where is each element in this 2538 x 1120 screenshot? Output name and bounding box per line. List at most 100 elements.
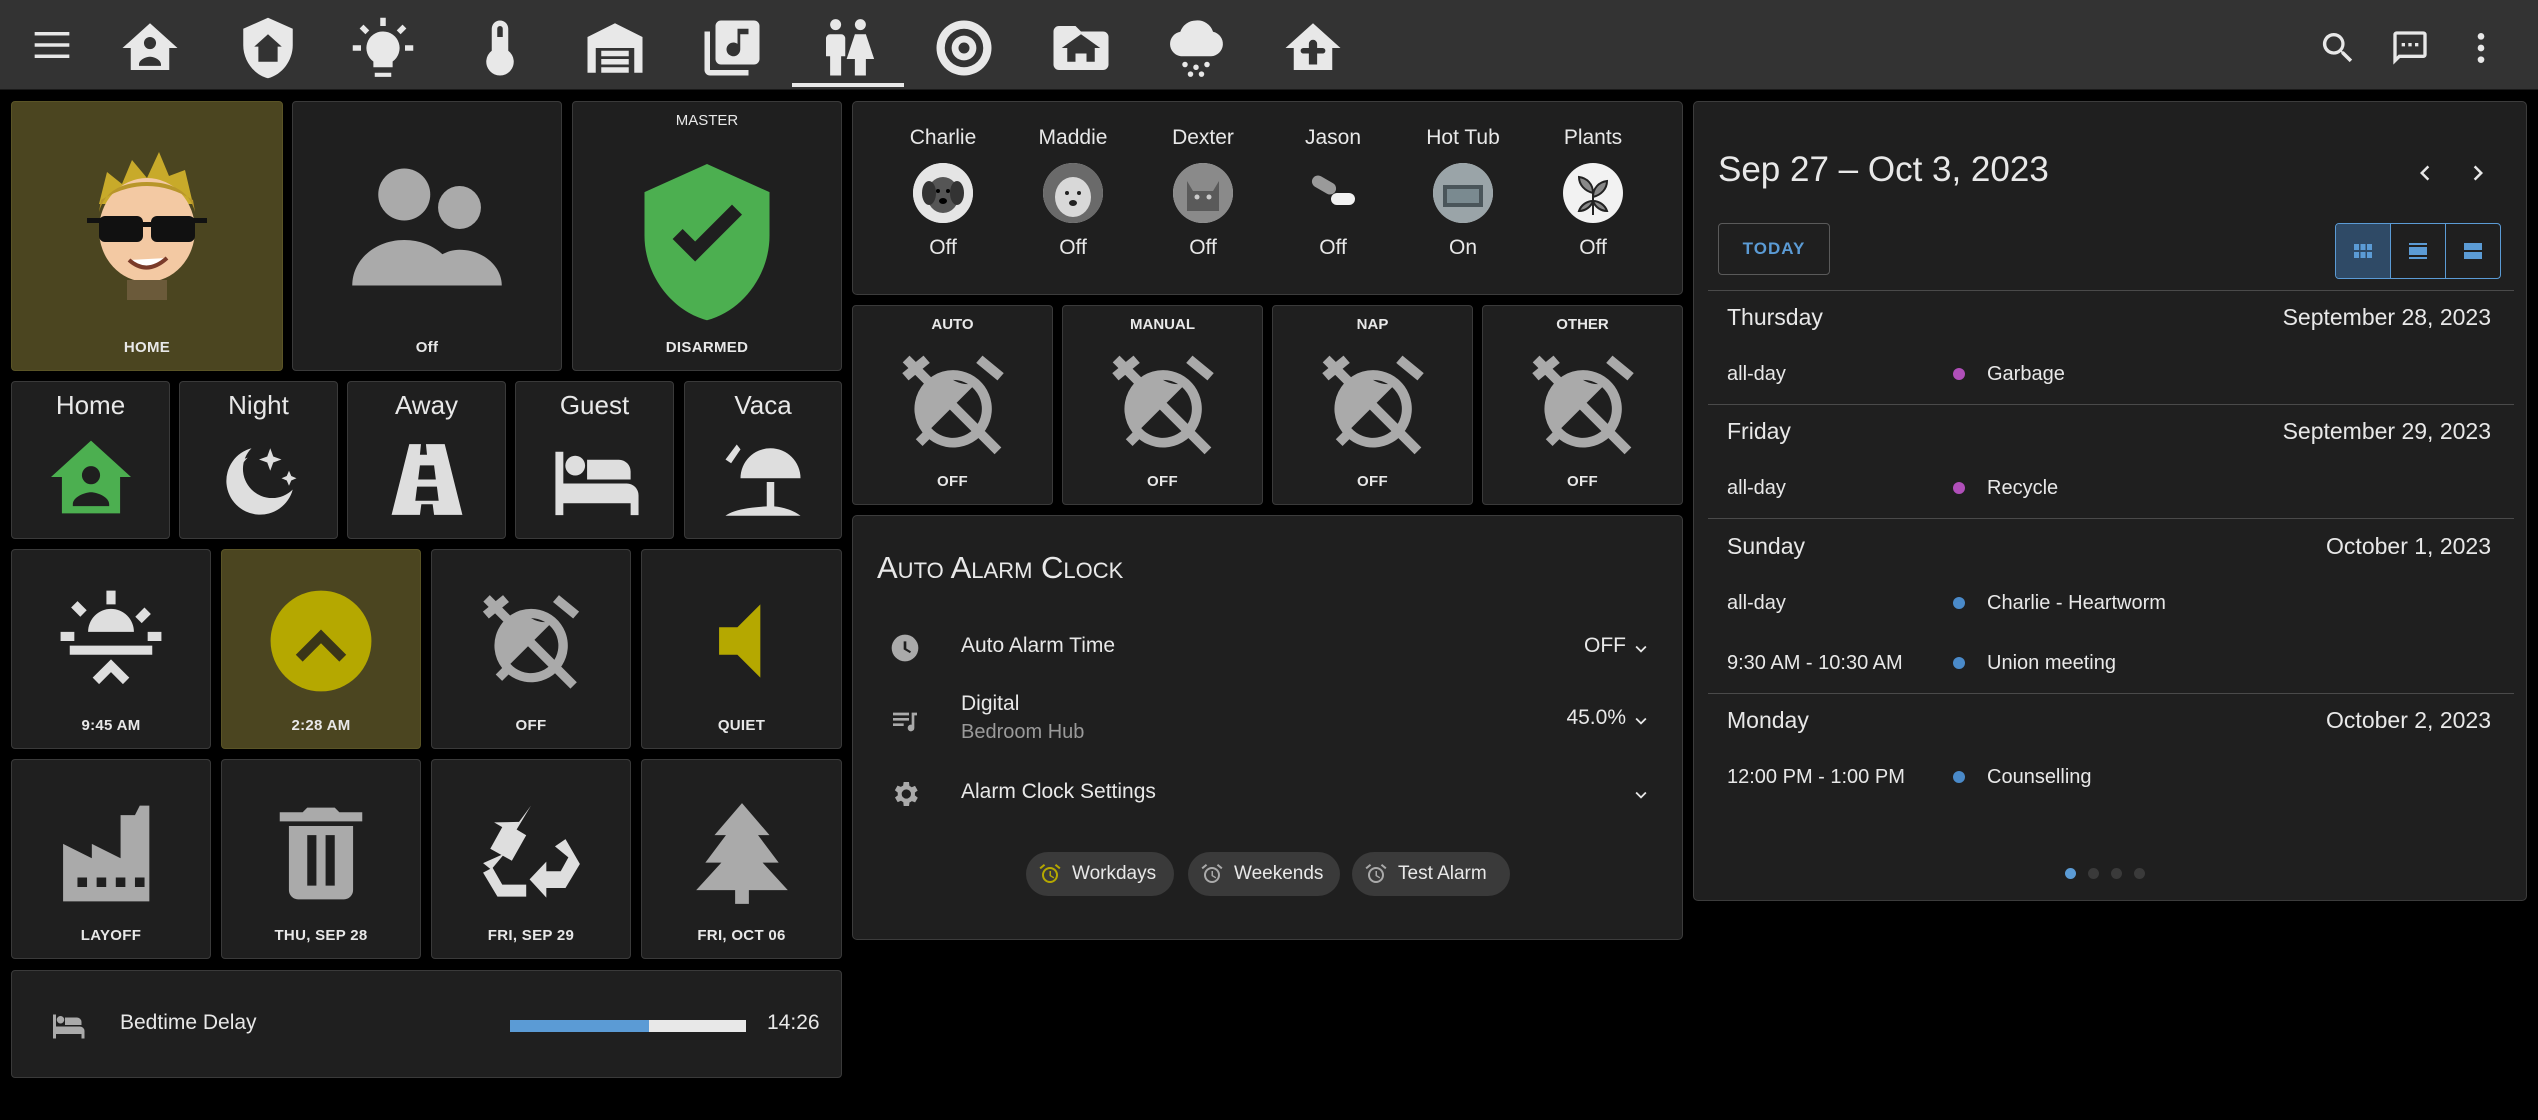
recycle-tile[interactable]: FRI, SEP 29 (431, 759, 631, 959)
home-account-icon[interactable] (112, 10, 188, 86)
quiet-tile[interactable]: QUIET (641, 549, 842, 749)
alarm-nap-state: OFF (1357, 473, 1388, 490)
garage-icon[interactable] (577, 10, 653, 86)
sunrise-tile[interactable]: 9:45 AM (11, 549, 211, 749)
ceiling-light-icon[interactable] (345, 10, 421, 86)
hot-tub[interactable]: Hot Tub On (1398, 102, 1528, 260)
view-week-button[interactable] (2391, 224, 2446, 278)
weather-snowy-icon[interactable] (1158, 10, 1234, 86)
event-color-dot (1953, 368, 1965, 380)
person-name: Dexter (1172, 126, 1234, 149)
mode-guest-tile[interactable]: Guest (515, 381, 674, 539)
person-dexter[interactable]: Dexter Off (1138, 102, 1268, 260)
plants-state: Off (1579, 236, 1607, 259)
alarm-off-label: OFF (515, 717, 547, 734)
chevron-right-icon[interactable] (2463, 158, 2493, 188)
plants[interactable]: Plants Off (1528, 102, 1658, 260)
pagination-dots (2065, 868, 2145, 879)
menu-icon[interactable] (34, 32, 70, 58)
view-day-button[interactable] (2446, 224, 2500, 278)
chevron-down-icon[interactable] (1630, 638, 1652, 660)
alarm-auto-state: OFF (937, 473, 968, 490)
page-dot[interactable] (2111, 868, 2122, 879)
alarm-nap-tile[interactable]: NAP OFF (1272, 305, 1473, 505)
dots-vertical-icon[interactable] (2461, 28, 2501, 68)
mode-home-tile[interactable]: Home (11, 381, 170, 539)
folder-home-icon[interactable] (1043, 10, 1119, 86)
alarm-auto-tile[interactable]: AUTO OFF (852, 305, 1053, 505)
mode-away-tile[interactable]: Away (347, 381, 506, 539)
chat-icon[interactable] (2390, 28, 2430, 68)
event-color-dot (1953, 657, 1965, 669)
bedtime-delay-label: Bedtime Delay (120, 1011, 257, 1034)
view-module-icon (2354, 244, 2372, 258)
shield-home-icon[interactable] (230, 10, 306, 86)
day-date: October 1, 2023 (2326, 533, 2491, 559)
auto-alarm-time-value[interactable]: OFF (1584, 634, 1626, 658)
person-maddie[interactable]: Maddie Off (1008, 102, 1138, 260)
view-toggle-group (2335, 223, 2501, 279)
event-time: all-day (1727, 592, 1786, 614)
test-alarm-chip[interactable]: Test Alarm (1352, 852, 1510, 896)
workdays-chip[interactable]: Workdays (1026, 852, 1174, 896)
event-title[interactable]: Garbage (1987, 363, 2065, 386)
person-state: Off (1189, 236, 1217, 259)
home-account-icon (50, 440, 131, 514)
divider (1708, 290, 2514, 291)
gear-icon (894, 782, 918, 806)
layoff-tile[interactable]: LAYOFF (11, 759, 211, 959)
tree-tile[interactable]: FRI, OCT 06 (641, 759, 842, 959)
person-charlie[interactable]: Charlie Off (878, 102, 1008, 260)
speaker-icon[interactable] (926, 10, 1002, 86)
home-person-tile[interactable]: HOME (11, 101, 283, 371)
garbage-tile[interactable]: THU, SEP 28 (221, 759, 421, 959)
beach-icon (725, 444, 801, 516)
road-variant-icon (391, 444, 462, 515)
volume-low-icon (718, 604, 760, 678)
alarm-panel-tile[interactable]: MASTER DISARMED (572, 101, 842, 371)
alarm-off-icon (1111, 355, 1214, 455)
mode-night-tile[interactable]: Night (179, 381, 338, 539)
alarm-auto-title: AUTO (931, 316, 974, 333)
thermometer-icon[interactable] (462, 10, 538, 86)
alarm-icon (1039, 864, 1061, 883)
view-agenda-icon (2409, 243, 2427, 259)
music-box-multiple-icon[interactable] (694, 10, 770, 86)
event-title[interactable]: Charlie - Heartworm (1987, 592, 2166, 615)
human-male-female-icon[interactable] (810, 10, 886, 86)
event-title[interactable]: Recycle (1987, 477, 2058, 500)
page-dot-active[interactable] (2065, 868, 2076, 879)
event-title[interactable]: Union meeting (1987, 652, 2116, 675)
dog-avatar (1043, 163, 1103, 223)
person-jason[interactable]: Jason Off (1268, 102, 1398, 260)
volume-value[interactable]: 45.0% (1566, 706, 1626, 730)
chevron-down-icon[interactable] (1630, 784, 1652, 806)
weather-sunset-up-icon (60, 590, 162, 685)
search-icon[interactable] (2318, 28, 2358, 68)
event-color-dot (1953, 482, 1965, 494)
alarm-other-tile[interactable]: OTHER OFF (1482, 305, 1683, 505)
today-button[interactable]: TODAY (1718, 223, 1830, 275)
chevron-left-icon[interactable] (2410, 158, 2440, 188)
chevron-down-icon[interactable] (1630, 710, 1652, 732)
wake-tile[interactable]: 2:28 AM (221, 549, 421, 749)
mode-vaca-tile[interactable]: Vaca (684, 381, 842, 539)
calendar-range-title: Sep 27 – Oct 3, 2023 (1718, 150, 2049, 189)
person-state: Off (1319, 236, 1347, 259)
alarm-off-tile[interactable]: OFF (431, 549, 631, 749)
hot-tub-name: Hot Tub (1426, 126, 1500, 149)
day-date: October 2, 2023 (2326, 707, 2491, 733)
pill-icon (1303, 163, 1363, 223)
view-grid-button[interactable] (2336, 224, 2391, 278)
page-dot[interactable] (2088, 868, 2099, 879)
people-tile[interactable]: Off (292, 101, 562, 371)
page-dot[interactable] (2134, 868, 2145, 879)
event-color-dot (1953, 771, 1965, 783)
event-title[interactable]: Counselling (1987, 766, 2092, 789)
weekends-chip[interactable]: Weekends (1188, 852, 1340, 896)
alarm-manual-tile[interactable]: MANUAL OFF (1062, 305, 1263, 505)
chip-label: Test Alarm (1398, 863, 1487, 884)
bedtime-delay-slider[interactable] (510, 1020, 746, 1032)
home-automation-icon[interactable] (1275, 10, 1351, 86)
alarm-off-icon (482, 595, 580, 689)
